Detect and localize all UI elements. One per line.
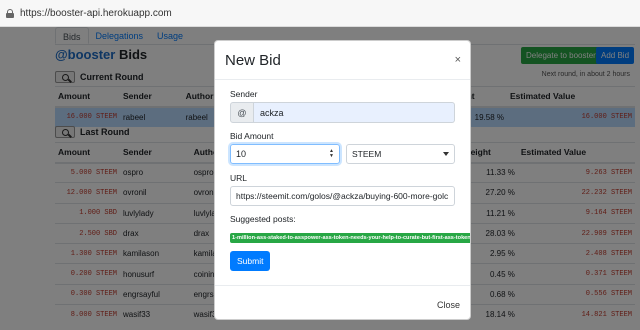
- modal-header: New Bid ×: [215, 41, 470, 80]
- close-icon[interactable]: ×: [455, 54, 461, 66]
- bid-amount-input[interactable]: 10 ▲ ▼: [230, 144, 340, 164]
- currency-select[interactable]: STEEM: [346, 144, 455, 164]
- sender-label: Sender: [230, 89, 258, 99]
- chevron-down-icon: [443, 152, 449, 156]
- url-label: URL: [230, 173, 248, 183]
- modal-footer: Close: [215, 285, 470, 319]
- bid-amount-label: Bid Amount: [230, 131, 274, 141]
- close-button[interactable]: Close: [437, 300, 460, 310]
- url-text[interactable]: https://booster-api.herokuapp.com: [20, 8, 172, 19]
- bid-amount-row: 10 ▲ ▼ STEEM: [230, 144, 455, 164]
- lock-icon: [6, 8, 14, 18]
- bid-amount-value: 10: [236, 149, 247, 159]
- modal-body: Sender @ ackza Bid Amount 10 ▲ ▼ STEEM UR…: [215, 80, 470, 224]
- sender-field: @ ackza: [230, 102, 455, 123]
- modal-title: New Bid: [225, 51, 281, 69]
- spinner-icon[interactable]: ▲ ▼: [329, 149, 334, 159]
- suggested-post-badge[interactable]: 1-million-ass-staked-to-asspower-ass-tok…: [230, 233, 470, 243]
- address-bar[interactable]: https://booster-api.herokuapp.com: [0, 0, 640, 27]
- sender-input[interactable]: ackza: [254, 102, 455, 123]
- currency-value: STEEM: [352, 149, 382, 159]
- url-input[interactable]: https://steemit.com/golos/@ackza/buying-…: [230, 186, 455, 206]
- suggested-posts-list: 1-million-ass-staked-to-asspower-ass-tok…: [230, 233, 470, 244]
- suggested-posts-label: Suggested posts:: [230, 214, 296, 224]
- at-icon: @: [230, 102, 254, 123]
- new-bid-modal: New Bid × Sender @ ackza Bid Amount 10 ▲…: [214, 40, 471, 320]
- submit-button[interactable]: Submit: [230, 251, 271, 271]
